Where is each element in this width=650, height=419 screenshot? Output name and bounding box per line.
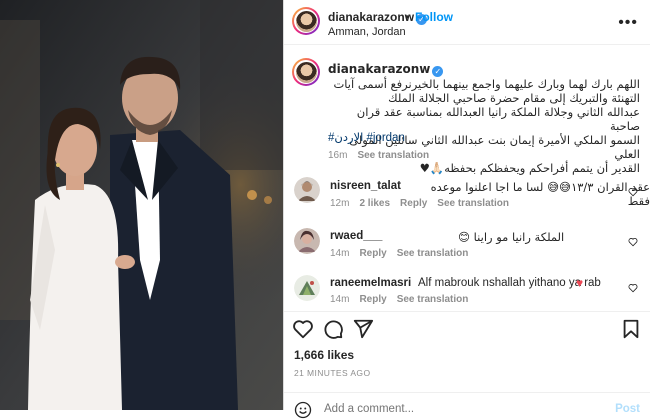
see-translation-link[interactable]: See translation [397,294,469,305]
post-photo[interactable] [0,0,283,410]
post-dialog: dianakarazonw ✓ • Follow Amman, Jordan ••… [0,0,650,419]
comment-item: nisreen_talat عقد القران ١٣/٣😅😅 لسا ما ا… [284,174,650,214]
comment-item: raneemelmasri Alf mabrouk nshallah yitha… [284,273,650,309]
caption-username[interactable]: dianakarazonw [328,62,430,76]
bookmark-icon[interactable] [620,318,642,340]
post-comment-button[interactable]: Post [615,403,640,415]
heart-icon[interactable] [292,318,314,340]
likes-count[interactable]: 1,666 likes [294,348,354,362]
comment-likes[interactable]: 2 likes [359,198,390,209]
caption-meta: 16m See translation [328,150,439,161]
comment-meta: 12m 2 likes Reply See translation [330,198,519,209]
commenter-avatar[interactable] [294,177,320,203]
commenter-username[interactable]: nisreen_talat [330,180,401,192]
emoji-icon[interactable] [294,401,312,419]
heart-icon[interactable] [628,283,638,293]
post-timestamp[interactable]: 21 MINUTES AGO [294,368,370,378]
comment-item: rwaed___ الملكة رانيا مو راينا 😊 14m Repl… [284,226,650,266]
commenter-avatar[interactable] [294,228,320,254]
verified-badge-icon: ✓ [432,66,444,77]
commenter-username[interactable]: rwaed___ [330,230,382,242]
caption-line: القدير أن يتمم أفراحكم ويحفظكم بحفظه🙏🏻♥ [419,161,640,175]
commenter-username[interactable]: raneemelmasri [330,277,411,289]
comment-meta: 14m Reply See translation [330,248,478,259]
send-icon[interactable] [352,318,374,340]
comment-text: Alf mabrouk nshallah yithano ya rab [418,277,601,289]
couple-photo [0,0,283,410]
post-action-bar [284,311,650,341]
reply-button[interactable]: Reply [359,248,386,259]
see-translation-link[interactable]: See translation [437,198,509,209]
see-translation-link[interactable]: See translation [397,248,469,259]
reply-button[interactable]: Reply [400,198,427,209]
heart-icon[interactable] [628,187,638,197]
add-comment-input[interactable] [324,403,574,415]
author-username-row: dianakarazonw ✓ [328,10,428,25]
heart-icon[interactable] [628,237,638,247]
comment-icon[interactable] [322,318,344,340]
separator-dot: • [405,10,410,24]
caption-line: عبدالله الثاني وجلالة الملكة رانيا العبد… [356,105,640,133]
post-side-panel: dianakarazonw ✓ • Follow Amman, Jordan ••… [284,0,650,419]
more-horizontal-icon[interactable]: ••• [618,14,638,32]
caption-line: اللهم بارك لهما وبارك عليهما واجمع بينهم… [411,77,640,91]
author-avatar[interactable] [292,7,320,35]
caption-time[interactable]: 16m [328,150,347,161]
red-heart-emoji-icon: ♥ [576,276,584,290]
reply-button[interactable]: Reply [359,294,386,305]
commenter-avatar[interactable] [294,275,320,301]
add-comment-bar: Post [284,392,650,419]
comment-meta: 14m Reply See translation [330,294,478,305]
comment-time[interactable]: 12m [330,198,349,209]
follow-button[interactable]: Follow [415,10,453,24]
comment-text: الملكة رانيا مو راينا 😊 [458,230,565,244]
comment-time[interactable]: 14m [330,248,349,259]
caption-hashtags[interactable]: #الاردن #jordan [328,130,405,144]
caption-line-1: dianakarazonw ✓ اللهم بارك لهما وبارك علي… [328,62,640,91]
post-location[interactable]: Amman, Jordan [328,26,406,38]
post-header: dianakarazonw ✓ • Follow Amman, Jordan ••… [284,0,650,45]
see-translation-link[interactable]: See translation [357,150,429,161]
caption-author-avatar[interactable] [292,58,320,86]
comment-time[interactable]: 14m [330,294,349,305]
author-username[interactable]: dianakarazonw [328,10,414,24]
